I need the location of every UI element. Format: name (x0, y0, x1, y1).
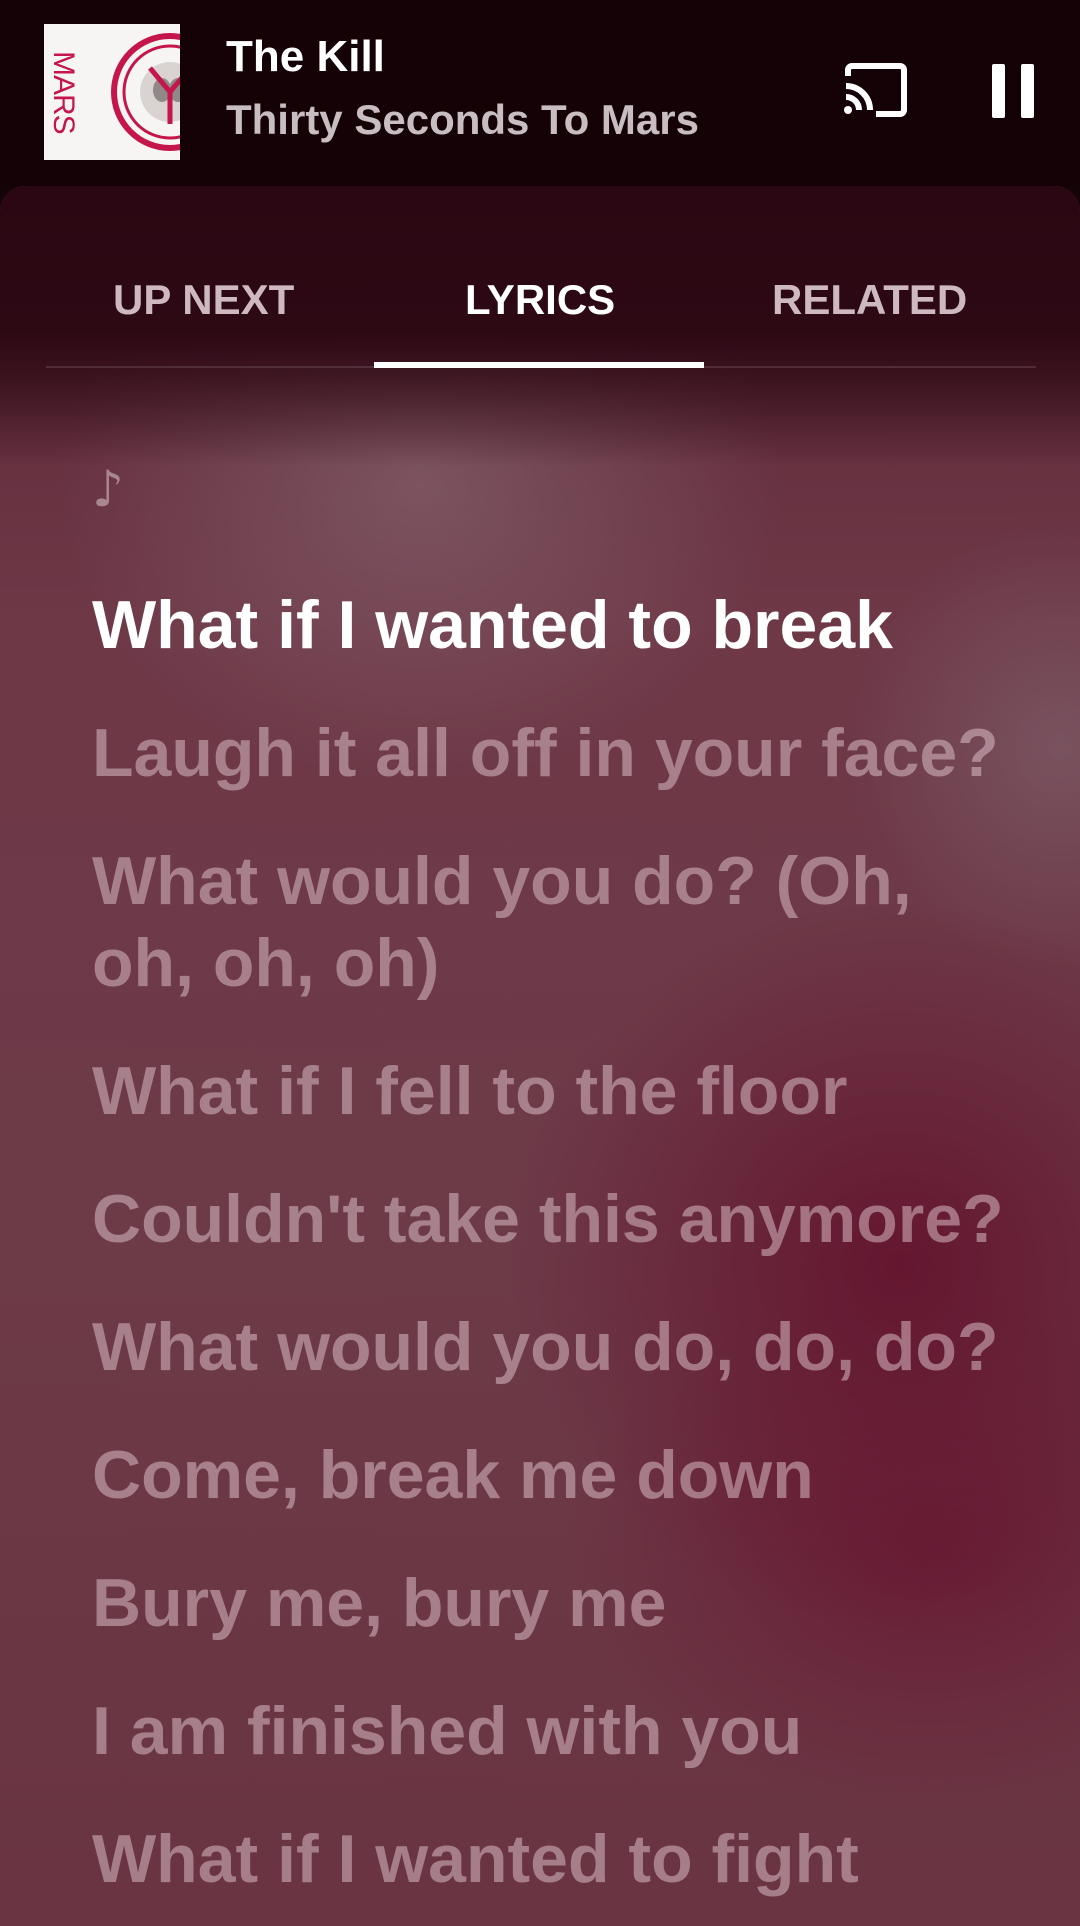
tab-bar (0, 186, 1080, 466)
lyric-line[interactable]: What if I wanted to fight (92, 1818, 1022, 1900)
lyric-line[interactable]: What would you do? (Oh, oh, oh, oh) (92, 840, 912, 1004)
lyrics-list[interactable]: What if I wanted to break Laugh it all o… (92, 584, 1022, 1926)
player-sheet: UP NEXT LYRICS RELATED ♪ What if I wante… (0, 186, 1080, 1926)
track-artist[interactable]: Thirty Seconds To Mars (226, 96, 699, 144)
tab-up-next[interactable]: UP NEXT (113, 276, 294, 324)
mini-player[interactable]: MARS The Kill Thirty Seconds To Mars (0, 0, 1080, 186)
lyric-line[interactable]: Come, break me down (92, 1434, 1022, 1516)
pause-icon-bar-left (992, 64, 1005, 118)
lyric-line[interactable]: Bury me, bury me (92, 1562, 1022, 1644)
lyric-line[interactable]: What would you do, do, do? (92, 1306, 1022, 1388)
album-seal-icon (111, 33, 180, 151)
lyric-line[interactable]: What if I fell to the floor (92, 1050, 1022, 1132)
lyric-line[interactable]: I am finished with you (92, 1690, 1022, 1772)
album-art-logo-text: MARS (47, 50, 80, 134)
track-title[interactable]: The Kill (226, 32, 385, 82)
album-art[interactable]: MARS (44, 24, 180, 160)
lyric-line-current[interactable]: What if I wanted to break (92, 584, 1022, 666)
cast-button[interactable] (842, 62, 910, 118)
tab-active-indicator (374, 362, 704, 368)
tab-lyrics[interactable]: LYRICS (465, 276, 615, 324)
pause-icon-bar-right (1021, 64, 1034, 118)
lyric-line[interactable]: Couldn't take this anymore? (92, 1178, 1022, 1260)
tab-related[interactable]: RELATED (772, 276, 967, 324)
music-note-icon: ♪ (92, 460, 124, 518)
pause-button[interactable] (992, 64, 1034, 118)
lyric-line[interactable]: Laugh it all off in your face? (92, 712, 1022, 794)
cast-icon (844, 63, 907, 117)
